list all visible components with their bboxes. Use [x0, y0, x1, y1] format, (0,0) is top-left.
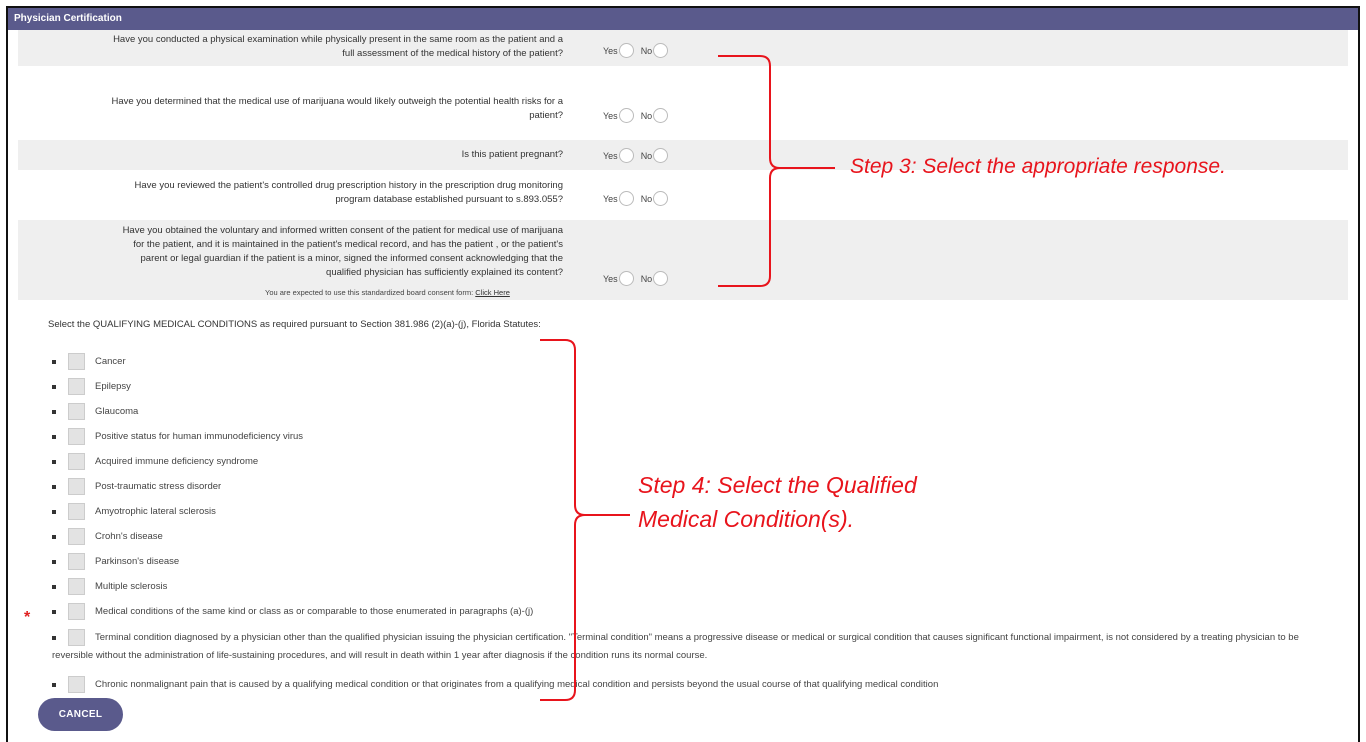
step4-annotation: Step 4: Select the Qualified Medical Con… — [638, 472, 917, 532]
step4-bracket — [540, 339, 630, 701]
step3-annotation: Step 3: Select the appropriate response. — [850, 155, 1226, 178]
step3-bracket — [718, 55, 835, 287]
annotation-brackets — [540, 55, 835, 701]
